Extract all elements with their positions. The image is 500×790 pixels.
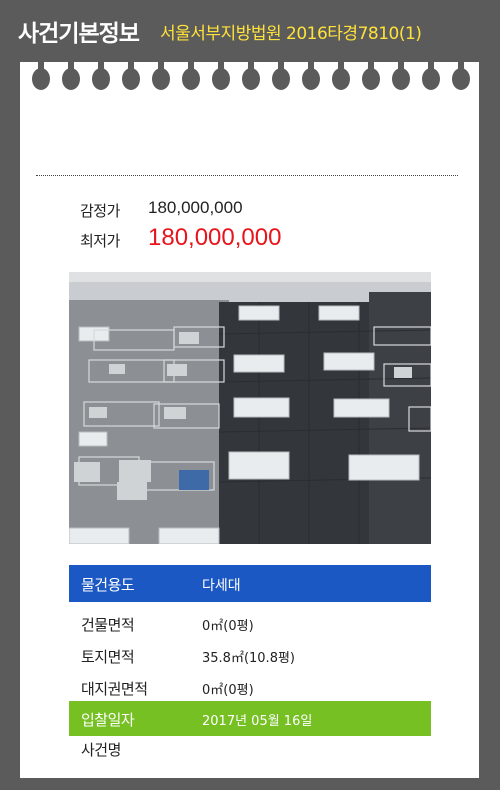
building-area-value: 0㎡(0평) xyxy=(202,619,254,634)
land-area-row: 토지면적 35.8㎡(10.8평) xyxy=(69,638,431,670)
bid-date-label: 입찰일자 xyxy=(81,711,135,729)
minimum-price-value: 180,000,000 xyxy=(148,224,282,251)
building-area-label: 건물면적 xyxy=(81,616,135,634)
minimum-price-label: 최저가 xyxy=(80,232,120,250)
binder-ring-icon xyxy=(182,58,200,90)
usage-value: 다세대 xyxy=(202,578,241,594)
dotted-divider xyxy=(36,175,458,176)
appraisal-label: 감정가 xyxy=(80,202,120,220)
case-number: 서울서부지방법원 2016타경7810(1) xyxy=(160,24,422,44)
binder-ring-icon xyxy=(332,58,350,90)
binder-ring-icon xyxy=(62,58,80,90)
binder-ring-icon xyxy=(152,58,170,90)
binder-ring-icon xyxy=(362,58,380,90)
land-area-value: 35.8㎡(10.8평) xyxy=(202,651,295,666)
header-bar: 사건기본정보 서울서부지방법원 2016타경7810(1) xyxy=(0,0,500,62)
building-area-row: 건물면적 0㎡(0평) xyxy=(69,606,431,638)
property-photo[interactable] xyxy=(69,272,431,544)
binder-rings xyxy=(0,58,500,92)
binder-ring-icon xyxy=(422,58,440,90)
land-right-area-label: 대지권면적 xyxy=(81,680,148,698)
case-name-label: 사건명 xyxy=(81,741,121,759)
binder-ring-icon xyxy=(242,58,260,90)
case-name-row: 사건명 xyxy=(69,736,431,768)
appraisal-value: 180,000,000 xyxy=(148,198,243,217)
binder-ring-icon xyxy=(212,58,230,90)
usage-row: 물건용도 다세대 xyxy=(69,565,431,602)
binder-ring-icon xyxy=(452,58,470,90)
binder-ring-icon xyxy=(302,58,320,90)
land-right-area-value: 0㎡(0평) xyxy=(202,683,254,698)
land-right-area-row: 대지권면적 0㎡(0평) xyxy=(69,670,431,702)
binder-ring-icon xyxy=(32,58,50,90)
bid-date-value: 2017년 05월 16일 xyxy=(202,714,313,729)
land-area-label: 토지면적 xyxy=(81,648,135,666)
page-title: 사건기본정보 xyxy=(18,21,140,47)
binder-ring-icon xyxy=(392,58,410,90)
binder-ring-icon xyxy=(272,58,290,90)
bid-date-row: 입찰일자 2017년 05월 16일 xyxy=(69,701,431,736)
binder-ring-icon xyxy=(122,58,140,90)
usage-label: 물건용도 xyxy=(81,576,135,594)
binder-ring-icon xyxy=(92,58,110,90)
